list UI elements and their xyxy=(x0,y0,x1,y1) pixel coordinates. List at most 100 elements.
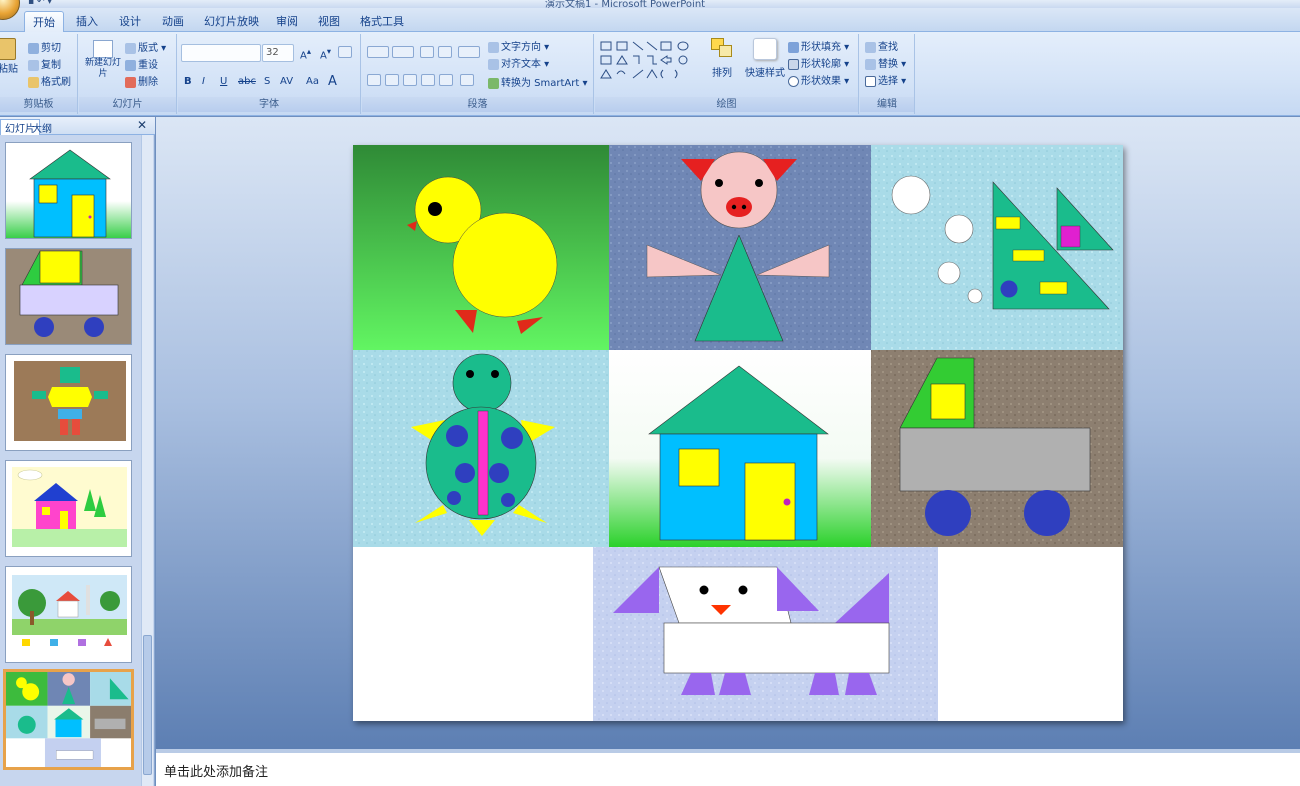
save-icon[interactable]: ▪ xyxy=(28,0,34,7)
notes-placeholder[interactable]: 单击此处添加备注 xyxy=(164,761,268,780)
slide-thumbnail-2[interactable] xyxy=(5,248,132,345)
binoculars-icon xyxy=(865,41,876,53)
notes-pane[interactable]: 单击此处添加备注 xyxy=(156,749,1300,786)
find-button[interactable]: 查找 xyxy=(865,38,898,53)
grow-font-button[interactable]: A▴ xyxy=(300,46,311,61)
tab-home[interactable]: 开始 xyxy=(24,11,64,32)
layout-button[interactable]: 版式 ▾ xyxy=(125,39,166,54)
shape-fill-button[interactable]: 形状填充 ▾ xyxy=(788,38,849,53)
font-color-icon[interactable]: A xyxy=(328,74,337,89)
format-painter-button[interactable]: 格式刷 xyxy=(28,73,71,88)
strikethrough-button[interactable]: abc xyxy=(238,76,256,87)
shadow-button[interactable]: S xyxy=(264,76,270,87)
align-text-button[interactable]: 对齐文本 ▾ xyxy=(488,55,549,70)
bold-button[interactable]: B xyxy=(184,76,192,87)
slide-thumbnail-1[interactable] xyxy=(5,142,132,239)
effects-icon xyxy=(788,75,799,87)
new-slide-button[interactable]: 新建幻灯片 xyxy=(85,40,121,80)
undo-icon[interactable]: ↶ xyxy=(37,0,45,7)
quick-access-toolbar[interactable]: ▪ ↶ ▾ xyxy=(28,0,52,7)
tab-animation[interactable]: 动画 xyxy=(162,13,184,29)
chick-picture[interactable] xyxy=(353,145,609,350)
select-button[interactable]: 选择 ▾ xyxy=(865,72,906,87)
numbering-icon[interactable] xyxy=(392,46,414,58)
delete-icon xyxy=(125,76,136,88)
slide-thumbnail-6[interactable] xyxy=(3,669,134,770)
sailboat-picture[interactable] xyxy=(871,145,1123,350)
editing-group: 查找 替换 ▾ 选择 ▾ 编辑 xyxy=(860,34,915,114)
change-case-button[interactable]: Aa xyxy=(306,76,319,87)
shapes-gallery[interactable] xyxy=(599,40,699,84)
decrease-indent-icon[interactable] xyxy=(420,46,434,58)
slide-thumbnail-5[interactable] xyxy=(5,566,132,663)
cut-button[interactable]: 剪切 xyxy=(28,39,61,54)
tab-insert[interactable]: 插入 xyxy=(76,13,98,29)
panel-tabs: 幻灯片 大纲 ✕ xyxy=(0,117,155,135)
current-slide[interactable] xyxy=(353,145,1123,721)
paste-button[interactable]: 粘贴 xyxy=(0,38,20,75)
arrange-button[interactable]: 排列 xyxy=(705,38,739,79)
tab-slideshow[interactable]: 幻灯片放映 xyxy=(204,13,259,29)
brush-icon xyxy=(28,76,39,88)
ribbon-tabs: 开始 插入 设计 动画 幻灯片放映 审阅 视图 格式工具 xyxy=(0,8,1300,32)
cursor-icon xyxy=(865,75,876,87)
tab-review[interactable]: 审阅 xyxy=(276,13,298,29)
text-direction-button[interactable]: 文字方向 ▾ xyxy=(488,38,549,53)
editing-label: 编辑 xyxy=(860,97,914,112)
cat-picture[interactable] xyxy=(593,547,938,721)
tab-format[interactable]: 格式工具 xyxy=(360,13,404,29)
tab-view[interactable]: 视图 xyxy=(318,13,340,29)
turtle-picture[interactable] xyxy=(353,350,609,547)
scissors-icon xyxy=(28,42,39,54)
shrink-font-button[interactable]: A▾ xyxy=(320,46,331,61)
reset-button[interactable]: 重设 xyxy=(125,56,158,71)
tab-design[interactable]: 设计 xyxy=(119,13,141,29)
smartart-button[interactable]: 转换为 SmartArt ▾ xyxy=(488,74,588,89)
char-spacing-button[interactable]: AV xyxy=(280,76,293,87)
drawing-label: 绘图 xyxy=(595,97,858,112)
shape-effects-button[interactable]: 形状效果 ▾ xyxy=(788,72,849,87)
paragraph-label: 段落 xyxy=(362,97,593,112)
slides-group: 新建幻灯片 版式 ▾ 重设 删除 幻灯片 xyxy=(79,34,177,114)
increase-indent-icon[interactable] xyxy=(438,46,452,58)
ribbon: 粘贴 剪切 复制 格式刷 剪贴板 新建幻灯片 版式 ▾ 重设 删除 幻灯片 32… xyxy=(0,32,1300,116)
font-name-input[interactable] xyxy=(181,44,261,62)
pig-picture[interactable] xyxy=(609,145,871,350)
clear-format-icon[interactable] xyxy=(338,46,352,58)
italic-button[interactable]: I xyxy=(202,76,205,87)
paste-icon xyxy=(0,38,16,60)
close-icon[interactable]: ✕ xyxy=(137,118,147,132)
house-picture[interactable] xyxy=(609,350,871,547)
smartart-icon xyxy=(488,77,499,89)
dropdown-icon[interactable]: ▾ xyxy=(47,0,52,7)
slide-thumbnail-3[interactable] xyxy=(5,354,132,451)
copy-button[interactable]: 复制 xyxy=(28,56,61,71)
align-left-icon[interactable] xyxy=(367,74,381,86)
slide-thumbnail-4[interactable] xyxy=(5,460,132,557)
font-size-input[interactable]: 32 xyxy=(262,44,294,62)
align-right-icon[interactable] xyxy=(403,74,417,86)
replace-button[interactable]: 替换 ▾ xyxy=(865,55,906,70)
panel-scrollbar[interactable] xyxy=(141,135,153,786)
justify-icon[interactable] xyxy=(421,74,435,86)
new-slide-icon xyxy=(93,40,113,58)
align-center-icon[interactable] xyxy=(385,74,399,86)
quick-styles-button[interactable]: 快速样式 xyxy=(745,38,785,79)
fill-bucket-icon xyxy=(788,41,799,53)
line-spacing-icon[interactable] xyxy=(458,46,480,58)
scrollbar-thumb[interactable] xyxy=(143,635,152,775)
font-group: 32 A▴ A▾ B I U abc S AV Aa A 字体 xyxy=(178,34,361,114)
bullets-icon[interactable] xyxy=(367,46,389,58)
clipboard-label: 剪贴板 xyxy=(0,97,77,112)
title-bar: 演示文稿1 - Microsoft PowerPoint xyxy=(0,0,1300,8)
distribute-icon[interactable] xyxy=(439,74,453,86)
columns-icon[interactable] xyxy=(460,74,474,86)
tab-outline-panel[interactable]: 大纲 xyxy=(32,120,52,135)
delete-button[interactable]: 删除 xyxy=(125,73,158,88)
truck-picture[interactable] xyxy=(871,350,1123,547)
copy-icon xyxy=(28,59,39,71)
reset-icon xyxy=(125,59,136,71)
shape-outline-button[interactable]: 形状轮廓 ▾ xyxy=(788,55,849,70)
underline-button[interactable]: U xyxy=(220,76,227,87)
slide-canvas xyxy=(353,145,1123,721)
